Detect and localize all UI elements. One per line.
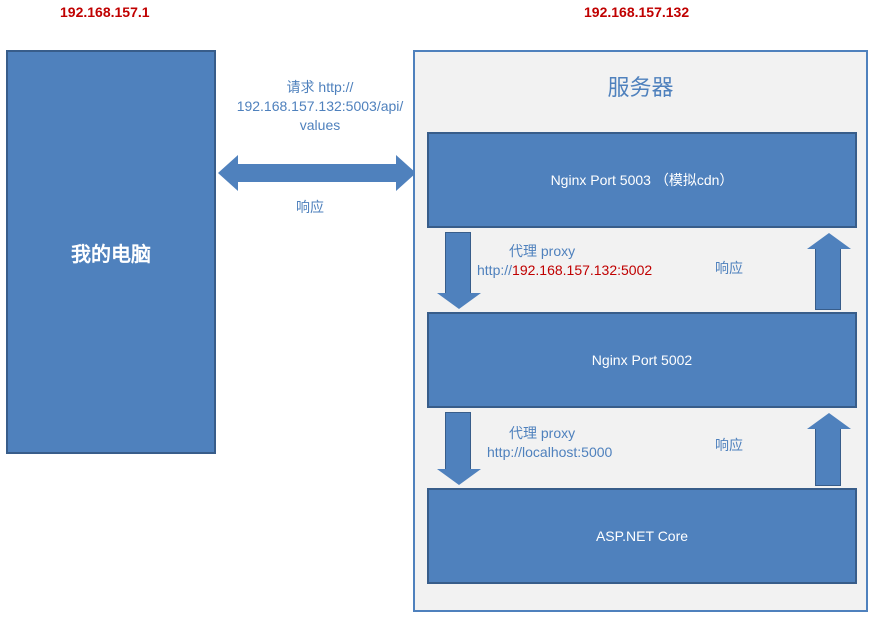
proxy1-label: 代理 proxy http://192.168.157.132:5002 bbox=[477, 242, 667, 280]
text: 代理 proxy bbox=[487, 425, 575, 441]
server-container: 服务器 Nginx Port 5003 （模拟cdn） 代理 proxy htt… bbox=[413, 50, 868, 612]
request-label: 请求 http:// 192.168.157.132:5003/api/ val… bbox=[230, 78, 410, 135]
nginx-5003-box: Nginx Port 5003 （模拟cdn） bbox=[427, 132, 857, 228]
nginx-5002-label: Nginx Port 5002 bbox=[592, 352, 692, 368]
server-ip-label: 192.168.157.132 bbox=[584, 4, 689, 20]
arrow-aspnet-to-5002 bbox=[815, 428, 841, 486]
response-label-3: 响应 bbox=[715, 436, 743, 455]
proxy1-host-red: 192.168.157.132:5002 bbox=[512, 262, 652, 278]
text: values bbox=[300, 117, 340, 133]
server-title: 服务器 bbox=[415, 70, 866, 102]
proxy2-label: 代理 proxy http://localhost:5000 bbox=[487, 424, 657, 462]
text: http://localhost:5000 bbox=[487, 444, 612, 460]
client-box: 我的电脑 bbox=[6, 50, 216, 454]
text: 代理 proxy bbox=[477, 243, 575, 259]
response-label-1: 响应 bbox=[296, 198, 324, 217]
arrow-5002-to-aspnet bbox=[445, 412, 471, 470]
text: 192.168.157.132:5003/api/ bbox=[237, 98, 404, 114]
arrow-5002-to-5003 bbox=[815, 248, 841, 310]
client-box-label: 我的电脑 bbox=[71, 238, 151, 267]
aspnet-box: ASP.NET Core bbox=[427, 488, 857, 584]
client-server-arrow bbox=[238, 164, 396, 182]
aspnet-label: ASP.NET Core bbox=[596, 528, 688, 544]
response-label-2: 响应 bbox=[715, 259, 743, 278]
client-ip-label: 192.168.157.1 bbox=[60, 4, 150, 20]
text: http:// bbox=[477, 262, 512, 278]
arrow-5003-to-5002 bbox=[445, 232, 471, 294]
text: 请求 http:// bbox=[287, 79, 354, 95]
nginx-5002-box: Nginx Port 5002 bbox=[427, 312, 857, 408]
nginx-5003-label: Nginx Port 5003 （模拟cdn） bbox=[551, 170, 734, 190]
